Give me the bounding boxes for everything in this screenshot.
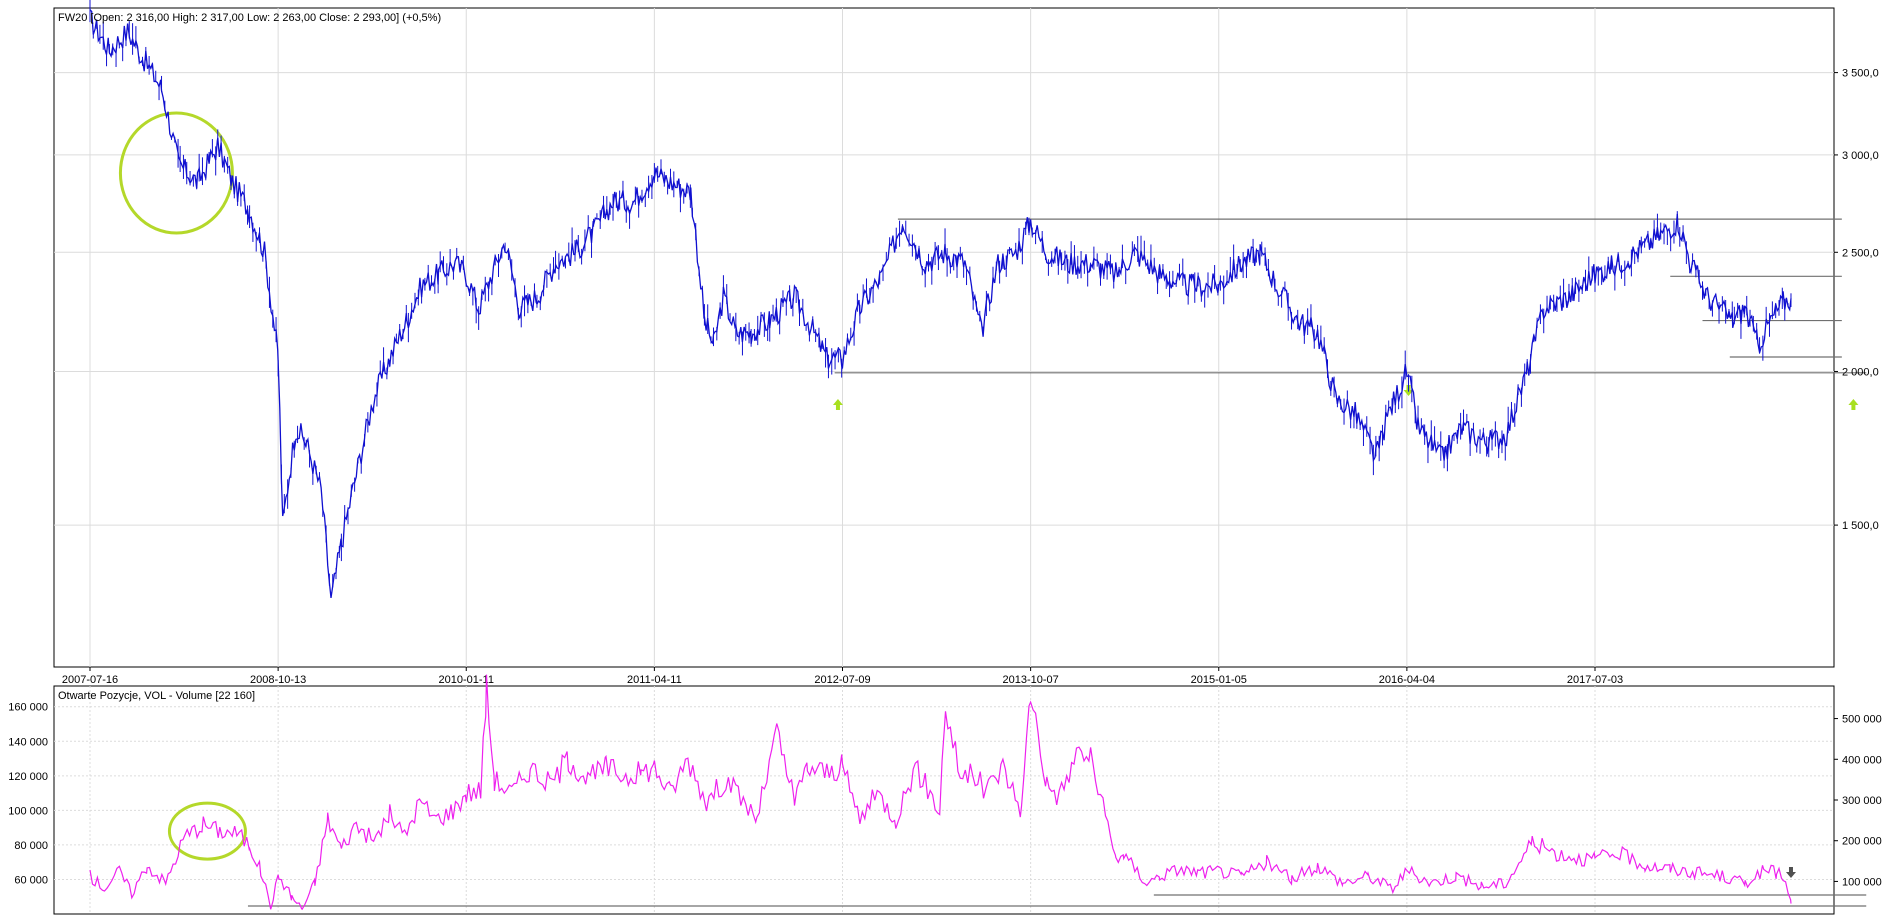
volume-right-tick-label: 500 000 [1842,714,1882,726]
price-x-tick-label: 2012-07-09 [814,674,870,686]
up-arrow-icon [1848,399,1859,410]
price-x-tick-label: 2016-04-04 [1379,674,1435,686]
volume-left-tick-label: 120 000 [8,771,48,783]
volume-left-tick-label: 140 000 [8,736,48,748]
price-x-tick-label: 2017-07-03 [1567,674,1623,686]
volume-panel: 60 000 80 000 100 000 120 000 140 000 160 000… [8,674,1882,915]
price-y-tick-label: 3 500,0 [1842,68,1879,80]
price-x-axis: 2007-07-16 2008-10-13 2010-01-11 2011-04-11… [62,667,1623,686]
volume-right-tick-label: 100 000 [1842,876,1882,888]
price-x-tick-label: 2010-01-11 [439,674,494,686]
price-x-tick-label: 2008-10-13 [250,674,306,686]
price-x-tick-label: 2013-10-07 [1002,674,1058,686]
price-panel: 1 500,0 2 000,0 2 500,0 3 000,0 3 500,0 2007… [53,0,1879,686]
volume-left-tick-label: 160 000 [8,702,48,714]
volume-left-tick-label: 100 000 [8,805,48,817]
price-y-tick-label: 1 500,0 [1842,520,1879,532]
chart-window: 1 500,0 2 000,0 2 500,0 3 000,0 3 500,0 2007… [0,0,1884,916]
volume-left-axis: 60 000 80 000 100 000 120 000 140 000 160 000 [8,702,48,887]
volume-right-tick-label: 300 000 [1842,795,1882,807]
volume-right-axis: 100 000 200 000 300 000 400 000 500 000 [1834,714,1882,888]
price-x-tick-label: 2015-01-05 [1191,674,1247,686]
volume-right-tick-label: 200 000 [1842,836,1882,848]
price-x-tick-label: 2007-07-16 [62,674,118,686]
price-y-tick-label: 2 500,0 [1842,247,1879,259]
volume-right-tick-label: 400 000 [1842,754,1882,766]
price-y-tick-label: 2 000,0 [1842,366,1879,378]
volume-left-tick-label: 80 000 [14,840,48,852]
price-y-axis: 1 500,0 2 000,0 2 500,0 3 000,0 3 500,0 [1834,68,1879,532]
volume-left-tick-label: 60 000 [14,874,48,886]
volume-chart-title: Otwarte Pozycje, VOL - Volume [22 160] [58,690,255,702]
price-chart-title: FW20 [Open: 2 316,00 High: 2 317,00 Low:… [58,12,441,24]
price-x-tick-label: 2011-04-11 [627,674,682,686]
price-plot-frame [53,7,1835,668]
price-y-tick-label: 3 000,0 [1842,150,1879,162]
